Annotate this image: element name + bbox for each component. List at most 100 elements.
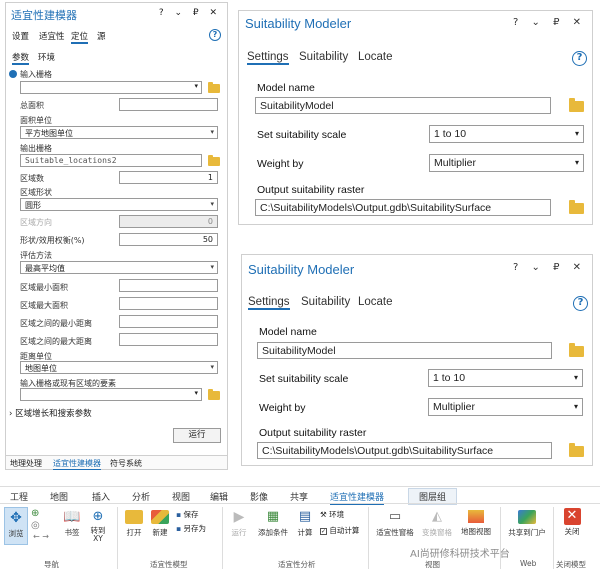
arrows-icon[interactable]: ← → <box>33 532 49 541</box>
window-controls[interactable]: ? ⌄ ₽ ✕ <box>159 8 221 18</box>
region-shape-dropdown[interactable]: 圆形 ▾ <box>20 198 218 211</box>
num-regions-input[interactable]: 1 <box>119 171 218 184</box>
shape-weight-input[interactable]: 50 <box>119 233 218 246</box>
scale-dropdown[interactable]: 1 to 10 ▾ <box>429 125 584 143</box>
explore-button[interactable]: ✥ 浏览 <box>4 507 28 545</box>
play-icon: ▶ <box>233 509 245 525</box>
output-raster-label: Output suitability raster <box>259 427 367 439</box>
save-button[interactable]: ▪ 保存 <box>176 509 198 520</box>
tab-edit[interactable]: 编辑 <box>210 490 228 503</box>
tab-locate[interactable]: Locate <box>358 51 393 63</box>
goto-xy-button[interactable]: ⊕ 转到 XY <box>86 507 110 543</box>
run-button[interactable]: ▶ 运行 <box>228 507 250 538</box>
check-icon: ✓ <box>320 528 327 535</box>
dist-units-dropdown[interactable]: 地图单位 ▾ <box>20 361 218 374</box>
map-view-icon <box>468 510 484 523</box>
map-view-button[interactable]: 地图视图 <box>458 507 494 537</box>
transform-pane-button[interactable]: ◭ 变换窗格 <box>418 507 456 538</box>
model-name-input[interactable]: SuitabilityModel <box>255 97 551 114</box>
new-model-icon <box>151 510 169 524</box>
subtab-environments[interactable]: 环境 <box>38 51 55 63</box>
run-button[interactable]: 运行 <box>173 428 221 443</box>
window-controls[interactable]: ? ⌄ ₽ ✕ <box>513 262 586 273</box>
add-criteria-button[interactable]: ▦ 添加条件 <box>256 507 290 538</box>
open-button[interactable]: 打开 <box>123 507 145 538</box>
calculate-button[interactable]: ▤ 计算 <box>294 507 316 538</box>
tab-suitability[interactable]: Suitability <box>299 51 348 63</box>
model-name-label: Model name <box>257 82 315 94</box>
tab-suitability-modeler[interactable]: 适宜性建模器 <box>53 458 101 470</box>
eval-method-dropdown[interactable]: 最高平均值 ▾ <box>20 261 218 274</box>
auto-calc-checkbox[interactable]: ✓ 自动计算 <box>320 525 359 536</box>
max-dist-label: 区域之间的最大距离 <box>20 337 92 346</box>
output-raster-input[interactable]: C:\SuitabilityModels\Output.gdb\Suitabil… <box>257 442 552 459</box>
folder-icon[interactable] <box>569 98 584 112</box>
shape-weight-label: 形状/效用权衡(%) <box>20 236 85 245</box>
weight-dropdown[interactable]: Multiplier ▾ <box>428 398 583 416</box>
tab-suitability[interactable]: 适宜性 <box>39 30 65 42</box>
transform-icon: ◭ <box>432 509 442 524</box>
folder-icon[interactable] <box>569 343 584 357</box>
subtab-parameters[interactable]: 参数 <box>12 51 30 65</box>
tab-suitability[interactable]: Suitability <box>301 296 350 308</box>
tab-share[interactable]: 共享 <box>290 490 308 503</box>
window-controls[interactable]: ? ⌄ ₽ ✕ <box>513 17 586 28</box>
help-icon[interactable]: ? <box>573 296 588 311</box>
area-units-dropdown[interactable]: 平方地图单位 ▾ <box>20 126 218 139</box>
total-area-input[interactable] <box>119 98 218 111</box>
save-as-button[interactable]: ▪ 另存为 <box>176 523 206 534</box>
output-raster-input[interactable]: C:\SuitabilityModels\Output.gdb\Suitabil… <box>255 199 551 216</box>
model-name-label: Model name <box>259 326 317 338</box>
share-portal-button[interactable]: 共享到门户 <box>505 507 549 538</box>
growth-params-expander[interactable]: › 区域增长和搜索参数 <box>9 407 92 419</box>
weight-dropdown[interactable]: Multiplier ▾ <box>429 154 584 172</box>
folder-icon[interactable] <box>208 82 220 93</box>
folder-icon[interactable] <box>569 200 584 214</box>
tab-settings[interactable]: Settings <box>247 51 289 65</box>
tab-settings[interactable]: Settings <box>248 296 290 310</box>
model-name-input[interactable]: SuitabilityModel <box>257 342 552 359</box>
folder-icon[interactable] <box>208 389 220 400</box>
info-icon <box>9 70 17 78</box>
tab-symbology[interactable]: 符号系统 <box>110 458 142 469</box>
tab-settings[interactable]: 设置 <box>12 30 29 42</box>
tab-project[interactable]: 工程 <box>10 490 28 503</box>
environment-button[interactable]: ⚒ 环境 <box>320 509 344 520</box>
help-icon[interactable]: ? <box>572 51 587 66</box>
geoprocessing-pane-cn: 适宜性建模器 ? ⌄ ₽ ✕ 设置 适宜性 定位 源 ? 参数 环境 输入栅格 … <box>5 2 228 470</box>
tab-locate[interactable]: Locate <box>358 296 393 308</box>
tab-analysis[interactable]: 分析 <box>132 490 150 503</box>
folder-icon[interactable] <box>569 443 584 457</box>
group-suitability-analysis: 适宜性分析 <box>278 560 316 569</box>
tab-source[interactable]: 源 <box>97 30 106 42</box>
help-icon[interactable]: ? <box>209 29 221 41</box>
output-raster-input[interactable]: Suitable_locations2 <box>20 154 202 167</box>
min-area-input[interactable] <box>119 279 218 292</box>
bookmarks-button[interactable]: 📖 书签 <box>60 507 84 538</box>
zoom-full-icon[interactable]: ⊕ <box>31 508 39 519</box>
tab-imagery[interactable]: 影像 <box>250 490 268 503</box>
input-raster-dropdown[interactable]: ▾ <box>20 81 202 94</box>
ribbon: 工程 地图 插入 分析 视图 编辑 影像 共享 适宜性建模器 图层组 ✥ 浏览 … <box>0 486 600 579</box>
tab-map[interactable]: 地图 <box>50 490 68 503</box>
pane-title: Suitability Modeler <box>248 262 355 277</box>
existing-regions-dropdown[interactable]: ▾ <box>20 388 202 401</box>
scale-dropdown[interactable]: 1 to 10 ▾ <box>428 369 583 387</box>
save-icon: ▪ <box>176 510 182 519</box>
pane-title: Suitability Modeler <box>245 16 352 31</box>
tab-view[interactable]: 视图 <box>172 490 190 503</box>
region-shape-label: 区域形状 <box>20 188 52 197</box>
tab-insert[interactable]: 插入 <box>92 490 110 503</box>
tab-geoprocessing[interactable]: 地理处理 <box>10 458 42 469</box>
prev-extent-icon[interactable]: ◎ <box>31 520 40 531</box>
max-area-input[interactable] <box>119 297 218 310</box>
suitability-modeler-pane: Suitability Modeler ? ⌄ ₽ ✕ Settings Sui… <box>238 10 593 225</box>
max-area-label: 区域最大面积 <box>20 301 68 310</box>
max-dist-input[interactable] <box>119 333 218 346</box>
folder-icon[interactable] <box>208 155 220 166</box>
min-dist-input[interactable] <box>119 315 218 328</box>
suitability-pane-button[interactable]: ▭ 适宜性窗格 <box>374 507 416 538</box>
new-button[interactable]: 新建 <box>148 507 172 538</box>
close-model-button[interactable]: ✕ 关闭 <box>558 507 586 537</box>
tab-locate[interactable]: 定位 <box>71 30 89 44</box>
